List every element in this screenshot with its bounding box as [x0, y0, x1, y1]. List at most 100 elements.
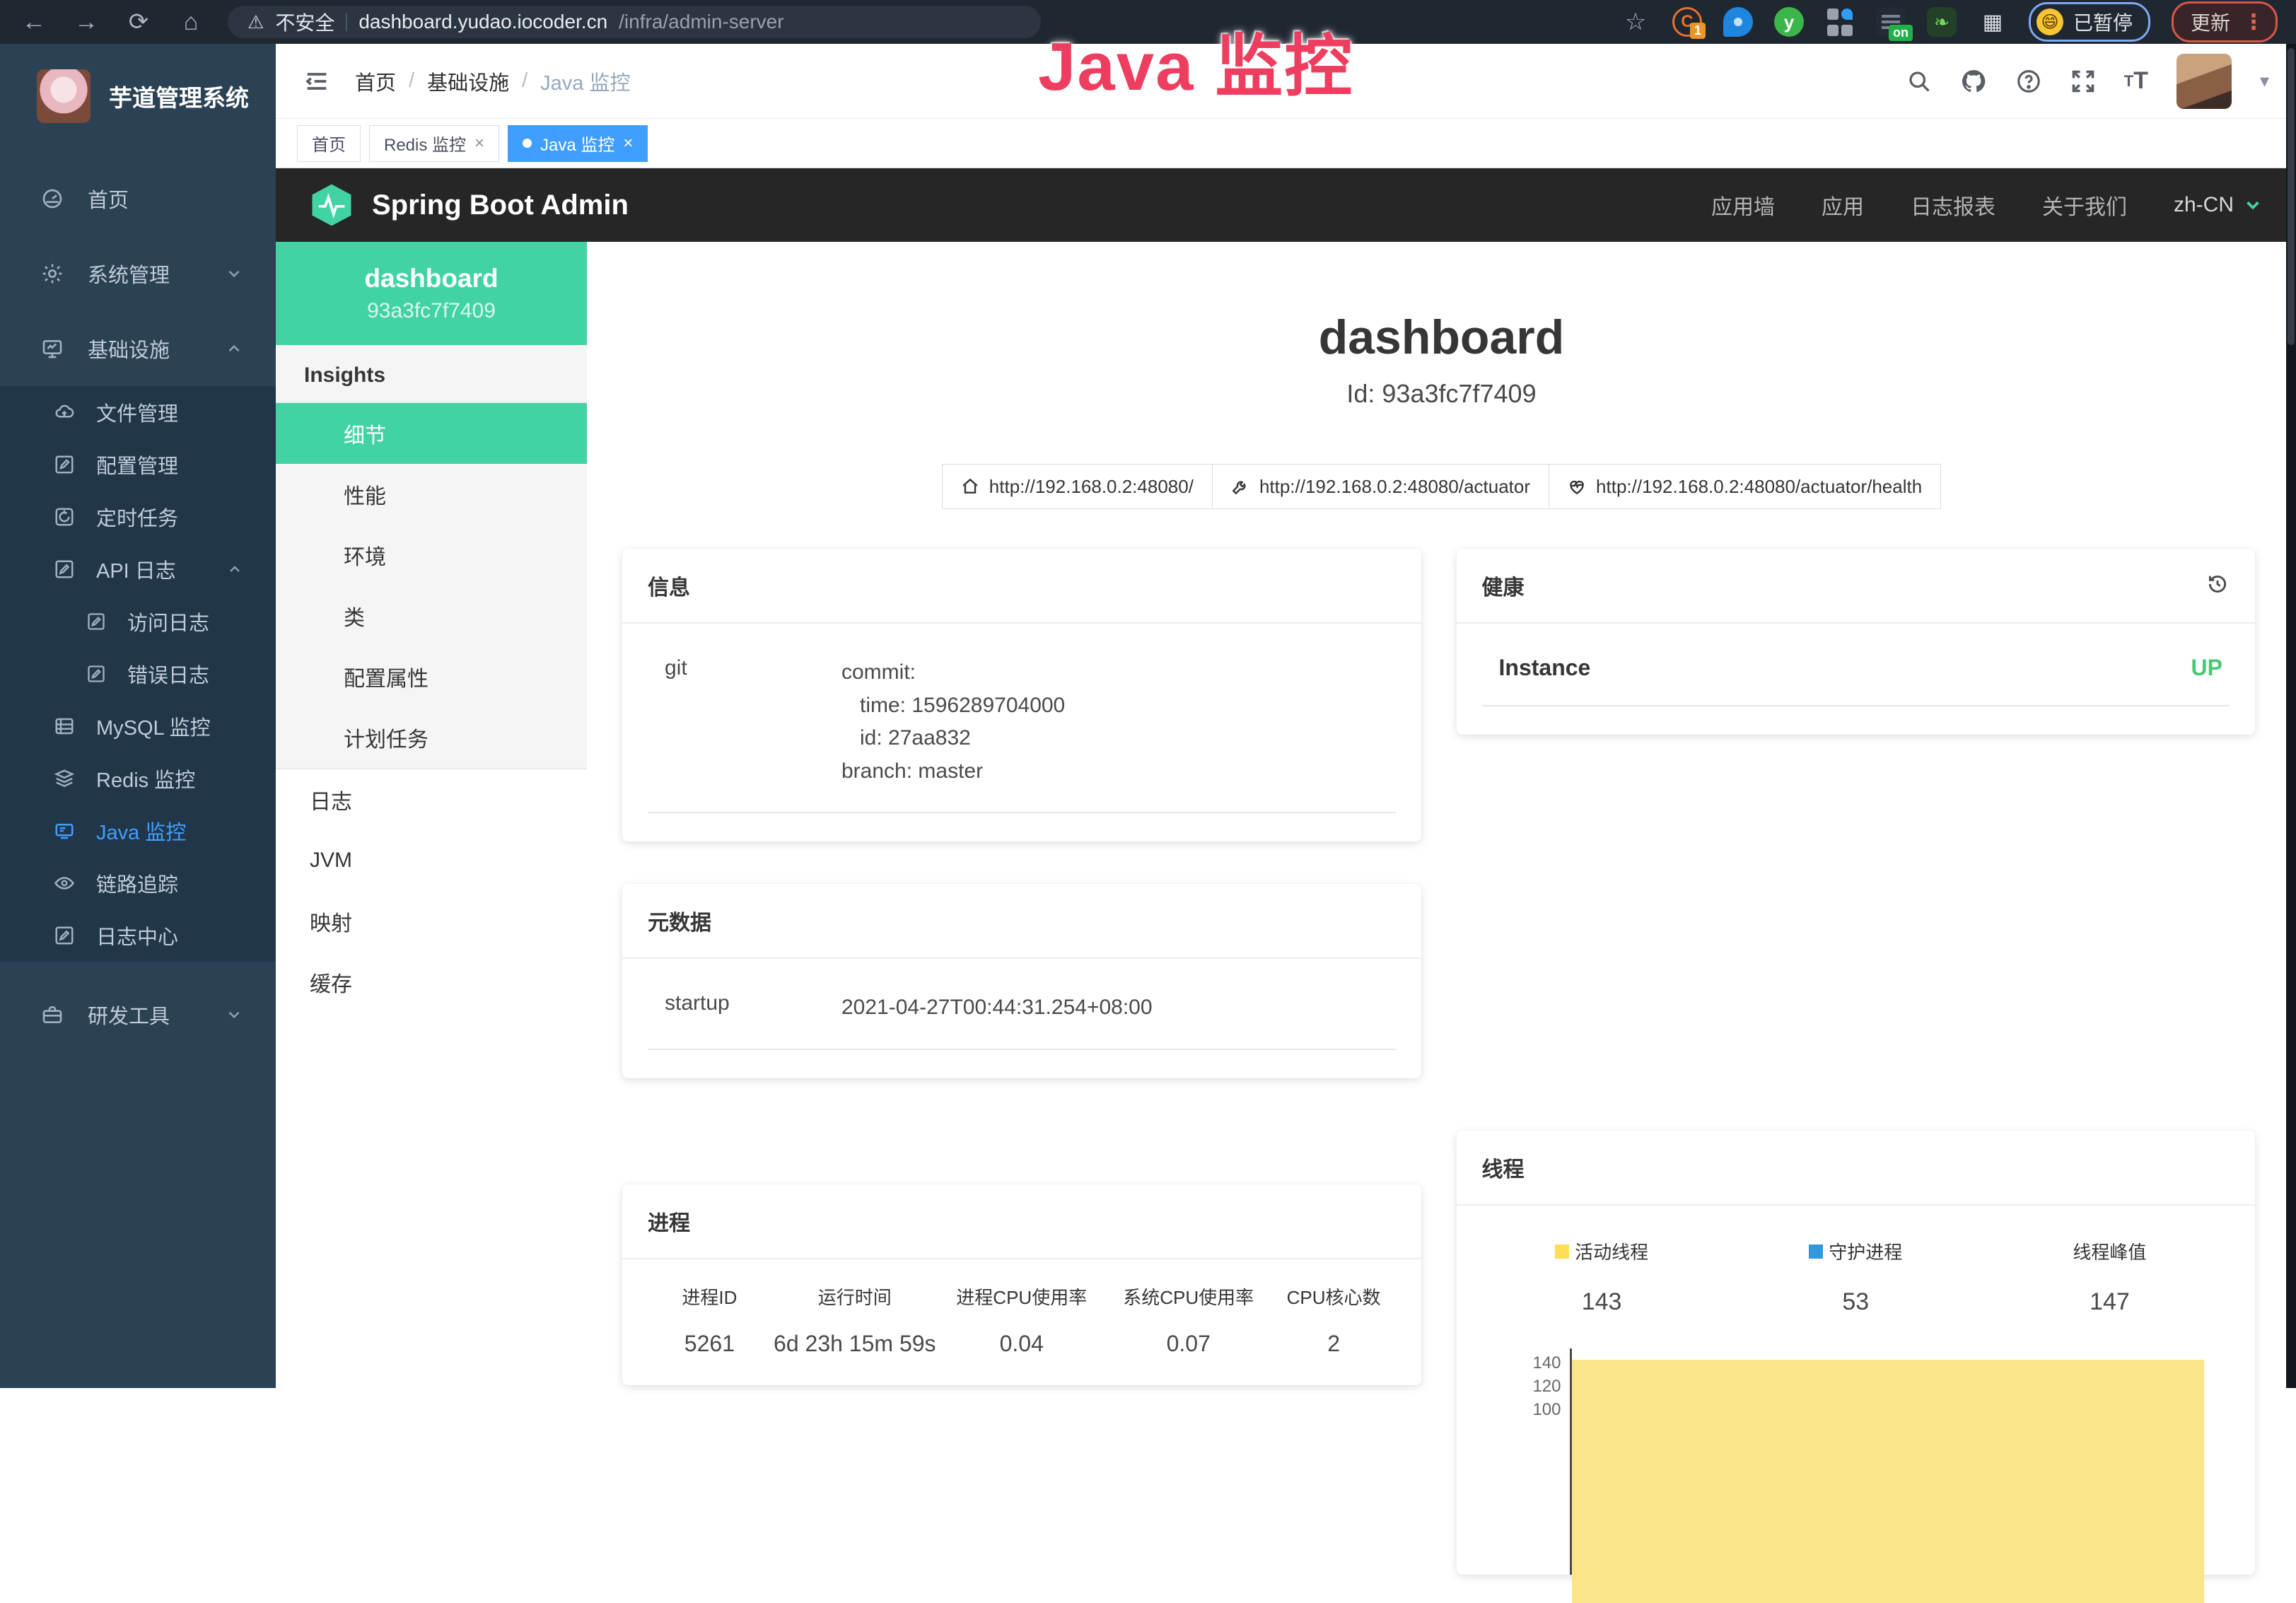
fullscreen-icon[interactable]: [2070, 69, 2096, 94]
sidebar-item-log-center[interactable]: 日志中心: [0, 909, 276, 962]
header-search-icon[interactable]: [1906, 69, 1932, 94]
sidebar-item-label: 配置管理: [96, 450, 178, 479]
browser-back-button[interactable]: ←: [18, 8, 49, 36]
process-card-title: 进程: [648, 1206, 690, 1237]
sidebar-item-error-log[interactable]: 错误日志: [0, 648, 276, 700]
profile-emoji-avatar: 😄: [2036, 8, 2063, 35]
sidebar-item-api-log[interactable]: API 日志: [0, 543, 276, 595]
live-threads-legend-icon: [1555, 1244, 1569, 1259]
sidebar-item-system[interactable]: 系统管理: [0, 236, 276, 311]
address-bar[interactable]: ⚠ 不安全 dashboard.yudao.iocoder.cn/infra/a…: [228, 6, 1041, 38]
info-card: 信息 git commit: time: 1596289704000 id: 2…: [622, 549, 1421, 841]
sba-nav-wallboard[interactable]: 应用墙: [1711, 190, 1775, 221]
profile-paused-badge[interactable]: 😄 已暂停: [2029, 2, 2150, 42]
breadcrumb-infra[interactable]: 基础设施: [427, 66, 509, 96]
sba-item-label: JVM: [310, 849, 352, 873]
url-path: /infra/admin-server: [619, 11, 783, 33]
sidebar-item-access-log[interactable]: 访问日志: [0, 595, 276, 648]
metadata-card: 元数据 startup 2021-04-27T00:44:31.254+08:0…: [622, 884, 1421, 1078]
browser-menu-kebab-icon[interactable]: ⋮: [2243, 10, 2264, 35]
font-size-icon[interactable]: TT: [2124, 67, 2148, 95]
avatar-caret-icon[interactable]: ▾: [2260, 70, 2269, 92]
sba-brand[interactable]: Spring Boot Admin: [308, 182, 629, 228]
sidebar-item-home[interactable]: 首页: [0, 161, 276, 236]
sidebar-item-config-manage[interactable]: 配置管理: [0, 438, 276, 491]
update-label: 更新: [2191, 8, 2230, 36]
sba-item-label: 性能: [344, 479, 386, 510]
sba-nav-applications[interactable]: 应用: [1822, 190, 1864, 221]
health-status-badge: UP: [2191, 655, 2222, 681]
sidebar-item-redis-monitor[interactable]: Redis 监控: [0, 752, 276, 805]
bookmark-star-icon[interactable]: ☆: [1620, 8, 1651, 36]
breadcrumb-home[interactable]: 首页: [355, 66, 396, 96]
health-url-button[interactable]: http://192.168.0.2:48080/actuator/health: [1549, 464, 1941, 509]
tab-redis-monitor[interactable]: Redis 监控 ×: [369, 125, 499, 162]
sidebar-item-label: 首页: [88, 184, 129, 214]
browser-reload-button[interactable]: ⟳: [123, 8, 154, 36]
scrollbar-thumb[interactable]: [2288, 48, 2295, 345]
sidebar-item-infra[interactable]: 基础设施: [0, 311, 276, 386]
sba-item-details[interactable]: 细节: [276, 403, 587, 464]
help-icon[interactable]: [2015, 68, 2042, 95]
sba-item-configprops[interactable]: 配置属性: [276, 646, 587, 707]
browser-home-button[interactable]: ⌂: [175, 8, 206, 36]
sidebar-item-label: 文件管理: [96, 397, 178, 427]
y-tick: 100: [1510, 1398, 1561, 1421]
service-url-button[interactable]: http://192.168.0.2:48080/: [942, 464, 1213, 509]
sidebar-item-file-manage[interactable]: 文件管理: [0, 386, 276, 438]
sidebar-item-label: 研发工具: [88, 1000, 170, 1030]
github-icon[interactable]: [1960, 68, 1987, 95]
sidebar-item-scheduled-jobs[interactable]: 定时任务: [0, 491, 276, 543]
extension-pin-icon[interactable]: [1723, 7, 1753, 37]
extension-c-icon[interactable]: C1: [1672, 7, 1702, 37]
tab-label: Java 监控: [540, 131, 614, 156]
sba-nav-journal[interactable]: 日志报表: [1911, 190, 1995, 221]
app-logo-row[interactable]: 芋道管理系统: [0, 44, 276, 144]
breadcrumb-current: Java 监控: [540, 66, 630, 96]
tab-java-monitor[interactable]: Java 监控 ×: [508, 125, 648, 162]
metadata-row-label: startup: [665, 991, 841, 1025]
sidebar-item-label: 链路追踪: [96, 868, 178, 898]
sidebar-item-trace[interactable]: 链路追踪: [0, 857, 276, 909]
sidebar-item-java-monitor[interactable]: Java 监控: [0, 805, 276, 857]
sidebar-fold-icon[interactable]: [303, 67, 331, 95]
sba-locale-select[interactable]: zh-CN: [2174, 193, 2263, 217]
page-scrollbar[interactable]: [2286, 44, 2296, 1388]
sba-item-jvm[interactable]: JVM: [276, 830, 587, 891]
sba-nav-about[interactable]: 关于我们: [2042, 190, 2127, 221]
extension-y-icon[interactable]: y: [1774, 7, 1804, 37]
tab-home[interactable]: 首页: [297, 125, 361, 162]
info-git-row: git commit: time: 1596289704000 id: 27aa…: [648, 651, 1396, 813]
sba-item-scheduled-tasks[interactable]: 计划任务: [276, 707, 587, 768]
sba-item-caches[interactable]: 缓存: [276, 952, 587, 1013]
sba-item-logs[interactable]: 日志: [276, 769, 587, 830]
timer-icon: [54, 506, 75, 527]
security-label[interactable]: 不安全: [275, 8, 334, 36]
health-history-icon[interactable]: [2205, 572, 2230, 600]
thread-stat-label: 线程峰值: [2073, 1238, 2146, 1264]
extension-grid-icon[interactable]: [1825, 7, 1855, 37]
sidebar-item-dev-tools[interactable]: 研发工具: [0, 977, 276, 1052]
sidebar-item-mysql-monitor[interactable]: MySQL 监控: [0, 700, 276, 752]
sba-item-environment[interactable]: 环境: [276, 525, 587, 585]
sba-item-classes[interactable]: 类: [276, 585, 587, 646]
sba-instance-header[interactable]: dashboard 93a3fc7f7409: [276, 242, 587, 345]
tab-label: 首页: [312, 131, 346, 156]
database-icon: [54, 716, 75, 737]
tab-close-icon[interactable]: ×: [474, 134, 484, 153]
tab-close-icon[interactable]: ×: [623, 134, 633, 153]
sidebar-item-label: 系统管理: [88, 259, 170, 288]
process-col-value: 0.04: [938, 1331, 1105, 1357]
sba-item-metrics[interactable]: 性能: [276, 464, 587, 525]
extension-onoff-icon[interactable]: on: [1876, 7, 1906, 37]
log-edit-icon: [54, 925, 75, 946]
browser-update-button[interactable]: 更新 ⋮: [2172, 1, 2278, 42]
actuator-url-label: http://192.168.0.2:48080/actuator: [1259, 476, 1530, 498]
user-avatar[interactable]: [2176, 54, 2232, 109]
sidebar-item-label: 访问日志: [127, 607, 209, 636]
extensions-puzzle-icon[interactable]: ▦: [1978, 7, 2007, 37]
actuator-url-button[interactable]: http://192.168.0.2:48080/actuator: [1212, 464, 1549, 509]
sba-item-mappings[interactable]: 映射: [276, 891, 587, 952]
browser-forward-button[interactable]: →: [71, 8, 102, 36]
extension-leaf-icon[interactable]: ❧: [1927, 7, 1957, 37]
